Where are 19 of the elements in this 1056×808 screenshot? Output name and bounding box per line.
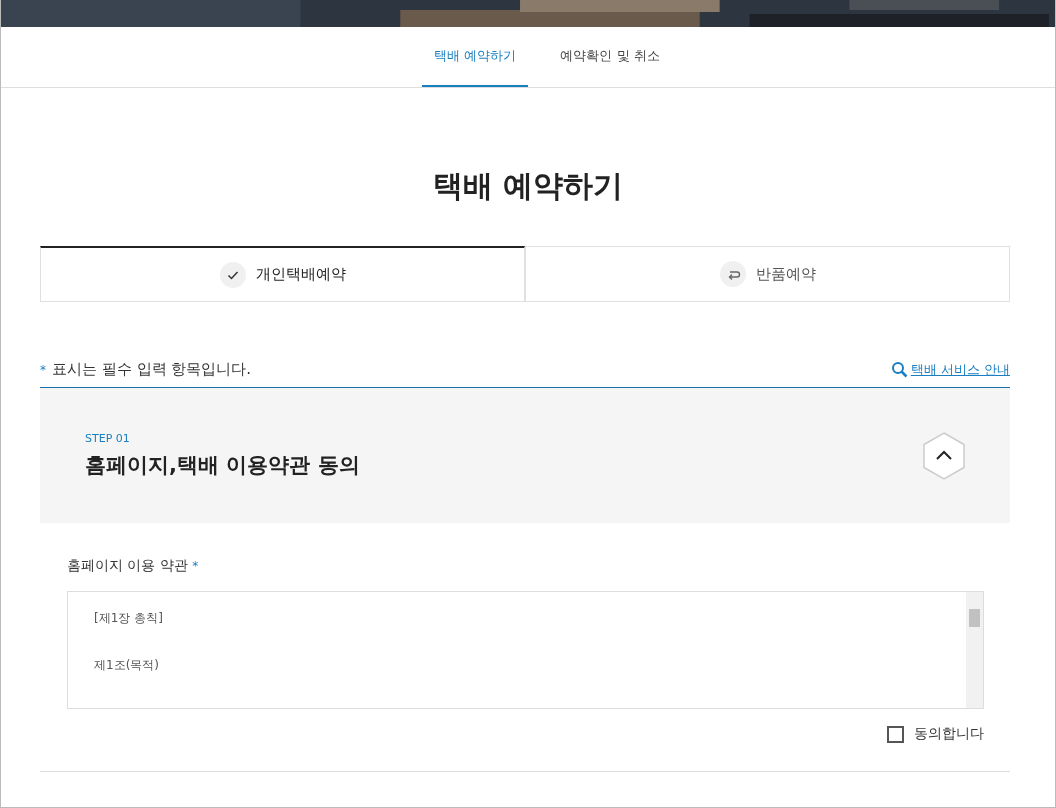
- collapse-icon[interactable]: [922, 430, 966, 481]
- booking-type-tab[interactable]: 개인택배예약: [40, 246, 525, 302]
- service-guide-link[interactable]: 택배 서비스 안내: [890, 361, 1010, 379]
- agree-checkbox[interactable]: [887, 725, 904, 743]
- check-icon: [219, 261, 246, 288]
- step-number: STEP 01: [85, 432, 131, 445]
- nav-tab[interactable]: 택배 예약하기: [422, 27, 529, 87]
- terms-text-box[interactable]: [제1장 총칙] 제1조(목적): [67, 591, 984, 709]
- page-title: 택배 예약하기: [431, 167, 625, 205]
- scrollbar[interactable]: [966, 592, 983, 708]
- agree-label: 동의합니다: [914, 725, 984, 743]
- step-title: 홈페이지,택배 이용약관 동의: [85, 452, 360, 479]
- booking-type-tab[interactable]: 반품예약: [525, 246, 1010, 302]
- required-note: * 표시는 필수 입력 항목입니다.: [40, 360, 252, 379]
- terms-label: 홈페이지 이용 약관 *: [67, 557, 200, 575]
- terms-line: [제1장 총칙]: [94, 610, 164, 627]
- search-icon: [890, 361, 909, 379]
- terms-line: 제1조(목적): [94, 657, 160, 674]
- nav-tab[interactable]: 예약확인 및 취소: [548, 27, 672, 87]
